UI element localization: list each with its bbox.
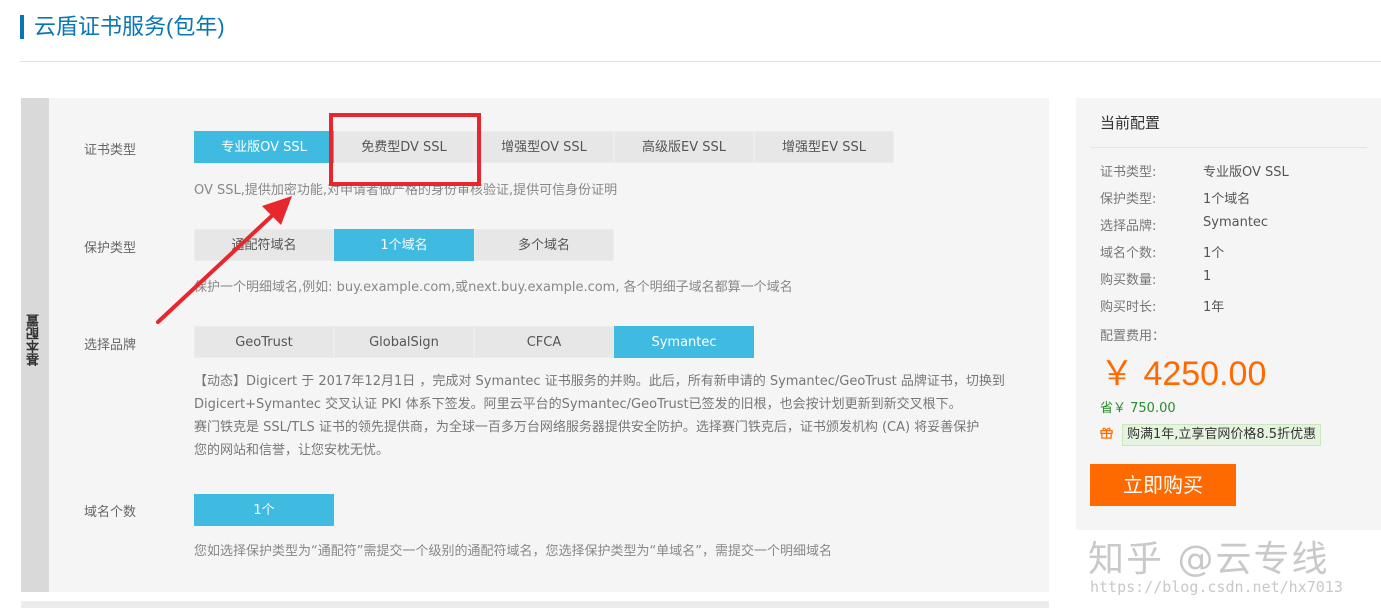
brand-description: 【动态】Digicert 于 2017年12月1日 ，完成对 Symantec … <box>194 370 1034 462</box>
option-wildcard-domain[interactable]: 通配符域名 <box>194 229 334 261</box>
annotation-highlight-box <box>329 113 481 186</box>
url-watermark: https://blog.csdn.net/hx7013 <box>1090 578 1343 596</box>
option-domain-count-1[interactable]: 1个 <box>194 494 334 526</box>
summary-row-label: 选择品牌: <box>1100 219 1157 234</box>
summary-row-label: 证书类型: <box>1100 165 1157 180</box>
option-brand-symantec[interactable]: Symantec <box>614 326 754 358</box>
brand-desc-line: Digicert+Symantec 交叉认证 PKI 体系下签发。阿里云平台的S… <box>194 397 962 412</box>
summary-panel: 当前配置 证书类型: 专业版OV SSL 保护类型: 1个域名 选择品牌: Sy… <box>1076 98 1381 530</box>
summary-row-value: 1个 <box>1203 246 1225 261</box>
summary-row-label: 保护类型: <box>1100 192 1157 207</box>
price: ￥ 4250.00 <box>1100 355 1267 393</box>
next-section-strip <box>21 601 1049 608</box>
summary-row-value: 专业版OV SSL <box>1203 165 1289 180</box>
title-divider <box>20 61 1381 62</box>
summary-row-value: 1个域名 <box>1203 192 1251 207</box>
option-ov-ssl-enhanced[interactable]: 增强型OV SSL <box>474 131 614 163</box>
summary-row-value: 1年 <box>1203 300 1225 315</box>
fee-label: 配置费用： <box>1100 329 1166 344</box>
zhihu-watermark: 知乎 @云专线 <box>1088 539 1330 580</box>
option-ev-ssl-advanced[interactable]: 高级版EV SSL <box>614 131 754 163</box>
promo-badge: 购满1年,立享官网价格8.5折优惠 <box>1122 424 1322 446</box>
summary-row-label: 购买时长: <box>1100 300 1157 315</box>
option-single-domain[interactable]: 1个域名 <box>334 229 474 261</box>
summary-title: 当前配置 <box>1100 114 1161 132</box>
option-ev-ssl-enhanced[interactable]: 增强型EV SSL <box>754 131 894 163</box>
side-tab-label: 基本配置 <box>27 314 42 366</box>
brand-label: 选择品牌 <box>84 338 137 353</box>
brand-desc-line: 赛门铁克是 SSL/TLS 证书的领先提供商，为全球一百多万台网络服务器提供安全… <box>194 420 980 435</box>
summary-row-label: 购买数量: <box>1100 273 1157 288</box>
option-brand-globalsign[interactable]: GlobalSign <box>334 326 474 358</box>
gift-icon <box>1100 427 1113 439</box>
summary-row-value: 1 <box>1203 269 1212 284</box>
summary-row-value: Symantec <box>1203 215 1269 230</box>
domain-count-hint: 您如选择保护类型为“通配符”需提交一个级别的通配符域名，您选择保护类型为“单域名… <box>194 544 832 559</box>
option-brand-cfca[interactable]: CFCA <box>474 326 614 358</box>
saving-amount: 省￥ 750.00 <box>1100 401 1176 416</box>
option-ov-ssl-pro[interactable]: 专业版OV SSL <box>194 131 334 163</box>
summary-row-label: 域名个数: <box>1100 246 1157 261</box>
domain-count-label: 域名个数 <box>84 505 137 520</box>
brand-desc-line: 【动态】Digicert 于 2017年12月1日 ，完成对 Symantec … <box>194 374 1005 389</box>
buy-now-button[interactable]: 立即购买 <box>1090 464 1236 506</box>
side-tab[interactable]: 基本配置 <box>21 98 49 592</box>
config-panel: 基本配置 证书类型 专业版OV SSL 免费型DV SSL 增强型OV SSL … <box>21 98 1049 592</box>
brand-desc-line: 您的网站和信誉，让您安枕无忧。 <box>194 443 390 458</box>
protect-type-hint: 保护一个明细域名,例如: buy.example.com,或next.buy.e… <box>194 280 793 295</box>
option-multi-domain[interactable]: 多个域名 <box>474 229 614 261</box>
cert-type-label: 证书类型 <box>84 143 137 158</box>
option-brand-geotrust[interactable]: GeoTrust <box>194 326 334 358</box>
page-title: 云盾证书服务(包年) <box>20 12 225 42</box>
summary-divider <box>1090 147 1367 148</box>
protect-type-label: 保护类型 <box>84 241 137 256</box>
